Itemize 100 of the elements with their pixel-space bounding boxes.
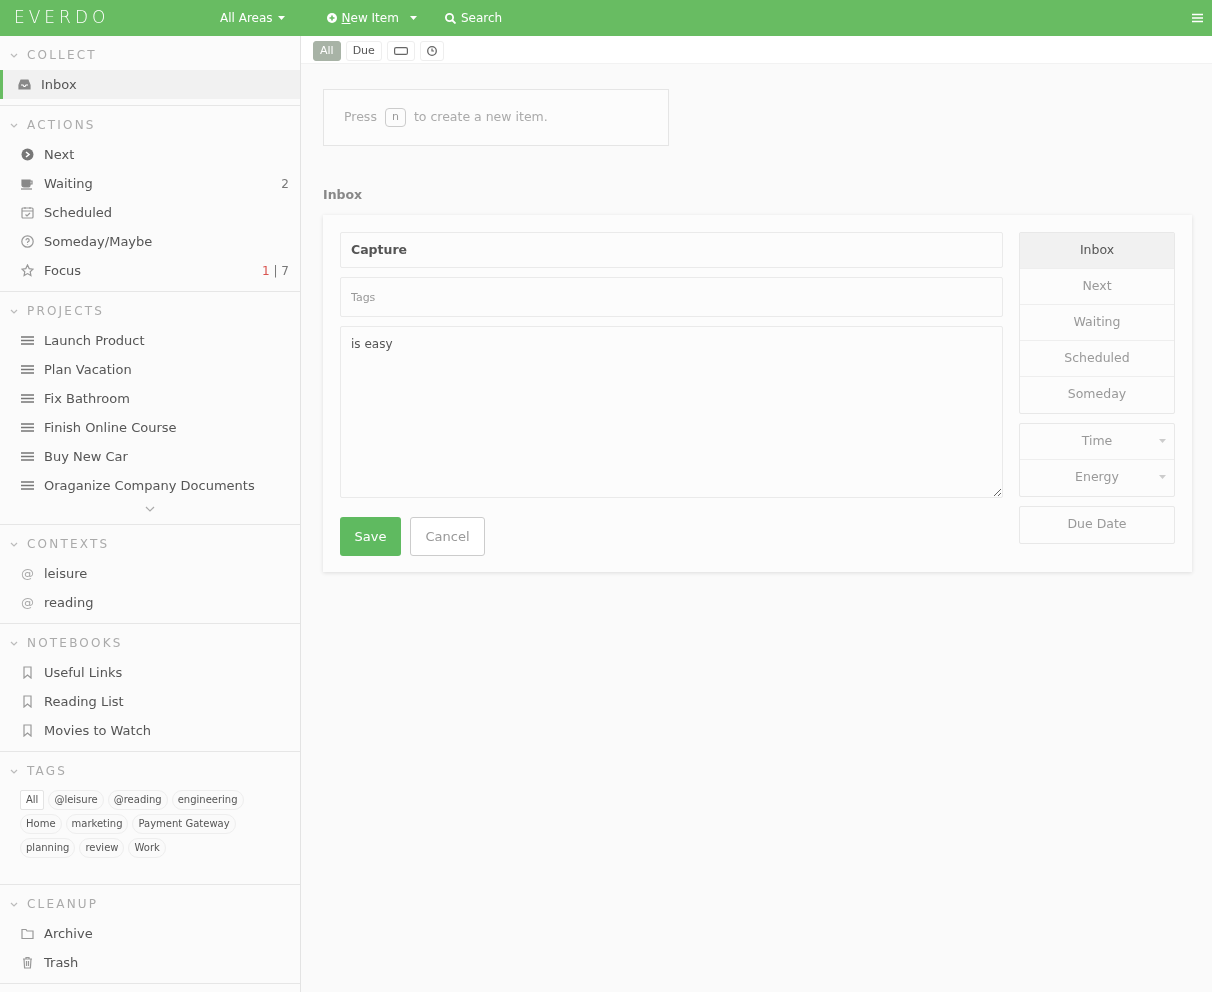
section-title: PROJECTS (27, 303, 105, 320)
at-sign-icon: @ (21, 592, 34, 613)
tag-chip[interactable]: @leisure (48, 790, 104, 810)
tag-chip[interactable]: engineering (171, 790, 244, 810)
tag-chip[interactable]: planning (20, 838, 76, 858)
sidebar-item[interactable]: Movies to Watch (0, 716, 300, 745)
at-sign-icon: @ (21, 563, 34, 584)
section-title: CLEANUP (27, 896, 99, 913)
keyboard-key: n (384, 108, 406, 127)
item-label: Finish Online Course (44, 418, 177, 437)
list-title: Inbox (323, 186, 364, 204)
caret-icon (1159, 438, 1166, 443)
sidebar-item[interactable]: @ leisure (0, 559, 300, 588)
list-option[interactable]: Inbox (1020, 232, 1174, 269)
search-icon (444, 12, 456, 24)
item-label: Useful Links (44, 663, 123, 682)
question-circle-icon (21, 235, 34, 248)
chevron-icon[interactable] (10, 122, 18, 128)
hint-text: Press (344, 108, 377, 127)
bookmark-icon (21, 724, 34, 737)
tag-chip[interactable]: @reading (107, 790, 168, 810)
tags-field[interactable]: Tags (340, 276, 1003, 317)
hint-text: to create a new item. (413, 108, 548, 127)
item-label: Waiting (44, 174, 93, 193)
chevron-icon[interactable] (10, 308, 18, 314)
star-icon (21, 264, 34, 277)
sidebar-item[interactable]: Useful Links (0, 658, 300, 687)
tag-chip[interactable]: review (79, 838, 125, 858)
sidebar-item[interactable]: Launch Product (0, 326, 300, 355)
list-lines-icon (21, 363, 34, 376)
sidebar-item[interactable]: Inbox (0, 70, 300, 99)
chevron-icon[interactable] (10, 52, 18, 58)
coffee-cup-icon (21, 177, 34, 190)
chevron-icon[interactable] (10, 901, 18, 907)
item-label: Fix Bathroom (44, 389, 130, 408)
sidebar-item[interactable]: Archive (0, 919, 300, 948)
item-label: Trash (44, 953, 79, 972)
item-label: Launch Product (44, 331, 145, 350)
item-label: Scheduled (44, 203, 112, 222)
item-label: reading (44, 593, 94, 612)
section-title: NOTEBOOKS (27, 635, 123, 652)
item-label: Reading List (44, 692, 124, 711)
bookmark-icon (21, 666, 34, 679)
item-label: Next (44, 145, 75, 164)
tag-chip[interactable]: marketing (65, 814, 129, 834)
sidebar-item[interactable]: Plan Vacation (0, 355, 300, 384)
app-logo: EVERDO (14, 6, 111, 30)
caret-icon (277, 16, 285, 20)
sidebar-item[interactable]: Fix Bathroom (0, 384, 300, 413)
notes-field[interactable]: is easy (340, 325, 1003, 498)
chevron-icon[interactable] (10, 768, 18, 774)
chevron-icon[interactable] (10, 640, 18, 646)
item-label: Oraganize Company Documents (44, 476, 255, 495)
item-label: leisure (44, 564, 88, 583)
sidebar-item[interactable]: Scheduled (0, 198, 300, 227)
calendar-icon (21, 206, 34, 219)
list-lines-icon (21, 479, 34, 492)
tag-chip[interactable]: Payment Gateway (132, 814, 236, 834)
tag-chip[interactable]: Work (128, 838, 166, 858)
sidebar-item[interactable]: Focus 1 | 7 (0, 256, 300, 285)
item-label: Movies to Watch (44, 721, 152, 740)
section-title: CONTEXTS (27, 536, 110, 553)
item-label: Archive (44, 924, 93, 943)
bookmark-icon (21, 695, 34, 708)
folder-icon (21, 927, 34, 940)
item-label: Plan Vacation (44, 360, 132, 379)
chevron-down-icon[interactable] (145, 506, 155, 512)
caret-icon (409, 16, 417, 20)
item-count: 2 (281, 175, 289, 193)
sidebar-item[interactable]: Reading List (0, 687, 300, 716)
sidebar-item[interactable]: Buy New Car (0, 442, 300, 471)
item-label: Focus (44, 261, 82, 280)
plus-circle-icon (326, 13, 337, 23)
section-title: COLLECT (27, 47, 97, 64)
tag-chip[interactable]: All (20, 790, 45, 810)
caret-icon (1159, 474, 1166, 479)
filter-button[interactable] (386, 41, 415, 61)
arrow-circle-icon (21, 148, 34, 161)
inbox-tray-icon (18, 78, 31, 91)
filter-button[interactable]: Due (345, 41, 382, 61)
menu-icon[interactable] (1192, 13, 1203, 23)
clock-icon (426, 46, 437, 56)
trash-can-icon (21, 956, 34, 969)
item-label: Someday/Maybe (44, 232, 153, 251)
filter-button[interactable] (419, 41, 444, 61)
chevron-icon[interactable] (10, 541, 18, 547)
sidebar-item[interactable]: Oraganize Company Documents (0, 471, 300, 500)
sidebar-item[interactable]: Finish Online Course (0, 413, 300, 442)
sidebar-item[interactable]: Someday/Maybe (0, 227, 300, 256)
sidebar-item[interactable]: Trash (0, 948, 300, 977)
sidebar-item[interactable]: @ reading (0, 588, 300, 617)
title-field[interactable]: Capture (340, 231, 1003, 268)
item-label: Inbox (41, 75, 77, 94)
rectangle-icon (393, 47, 408, 55)
section-title: TAGS (27, 763, 68, 780)
tag-chip[interactable]: Home (20, 814, 62, 834)
item-count: 1 | 7 (262, 262, 289, 280)
list-lines-icon (21, 334, 34, 347)
sidebar-item[interactable]: Next (0, 140, 300, 169)
sidebar-item[interactable]: Waiting 2 (0, 169, 300, 198)
